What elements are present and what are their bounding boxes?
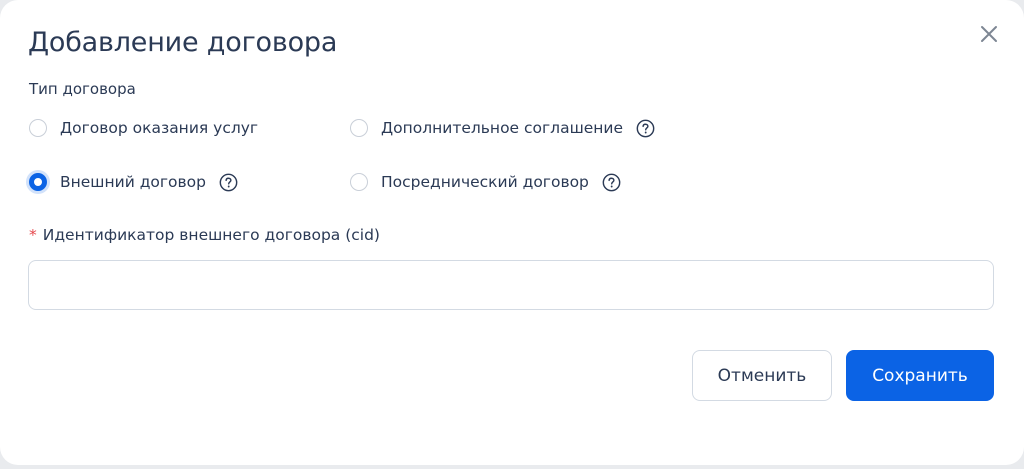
cid-field-label: * Идентификатор внешнего договора (cid) bbox=[29, 224, 380, 246]
close-button[interactable] bbox=[974, 19, 1004, 49]
radio-external-contract[interactable]: Внешний договор bbox=[29, 171, 238, 193]
cid-label-text: Идентификатор внешнего договора (cid) bbox=[42, 226, 380, 244]
cid-input[interactable] bbox=[28, 260, 994, 310]
dialog-title: Добавление договора bbox=[28, 27, 338, 58]
question-circle-icon[interactable] bbox=[602, 173, 621, 192]
radio-circle[interactable] bbox=[350, 119, 368, 137]
radio-circle[interactable] bbox=[350, 173, 368, 191]
required-mark: * bbox=[29, 226, 37, 244]
radio-intermediary-contract[interactable]: Посреднический договор bbox=[350, 171, 621, 193]
radio-label: Договор оказания услуг bbox=[60, 119, 259, 137]
radio-label: Дополнительное соглашение bbox=[381, 119, 624, 137]
contract-type-label: Тип договора bbox=[29, 80, 136, 98]
radio-additional-agreement[interactable]: Дополнительное соглашение bbox=[350, 117, 655, 139]
radio-service-contract[interactable]: Договор оказания услуг bbox=[29, 117, 258, 139]
radio-circle[interactable] bbox=[29, 119, 47, 137]
radio-circle-selected[interactable] bbox=[29, 173, 47, 191]
radio-label: Посреднический договор bbox=[381, 173, 589, 191]
question-circle-icon[interactable] bbox=[636, 119, 655, 138]
question-circle-icon[interactable] bbox=[219, 173, 238, 192]
save-button[interactable]: Сохранить bbox=[846, 350, 994, 401]
cancel-button[interactable]: Отменить bbox=[692, 350, 832, 401]
radio-label: Внешний договор bbox=[60, 173, 206, 191]
add-contract-dialog: Добавление договора Тип договора Договор… bbox=[0, 0, 1024, 465]
close-icon bbox=[981, 26, 997, 42]
